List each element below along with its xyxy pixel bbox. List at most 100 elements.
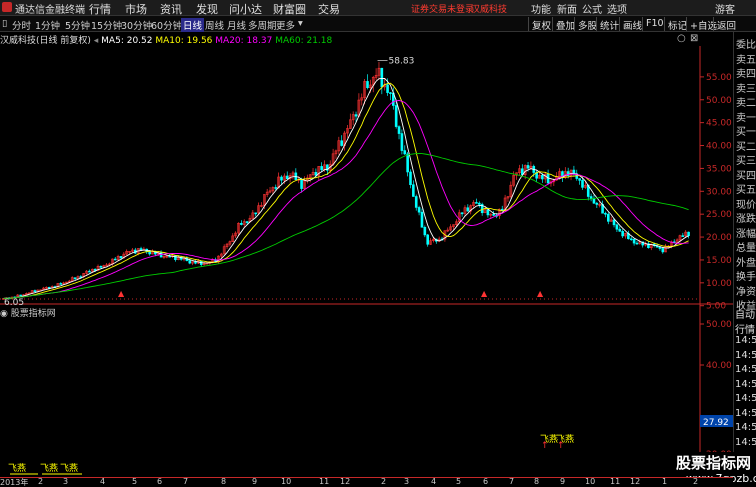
price-tick: 30.00	[706, 187, 732, 197]
chevron-down-icon[interactable]: ▾	[298, 18, 303, 29]
price-tick: 35.00	[706, 164, 732, 174]
date-tick: 10	[281, 477, 292, 486]
toolbar-grip-icon: ▯	[2, 18, 8, 29]
date-tick: 9	[560, 477, 566, 486]
date-tick: 9	[252, 477, 258, 486]
candle-body	[88, 270, 91, 273]
menu-wealth[interactable]: 财富圈	[273, 1, 306, 17]
candle-body	[500, 208, 504, 211]
date-tick: 3	[404, 477, 410, 486]
candle-body	[148, 251, 151, 255]
login-warning[interactable]: 证券交易未登录	[411, 2, 474, 15]
price-tick: 15.00	[706, 256, 732, 266]
signal-label: 飞燕	[8, 462, 26, 474]
trade-marker: ▲	[118, 289, 125, 298]
menu-trade[interactable]: 交易	[318, 1, 340, 17]
quote-field-label: 总量	[736, 243, 756, 254]
candle-body	[409, 171, 412, 186]
candle-body	[417, 207, 421, 213]
collapse-icon[interactable]: ◂	[94, 36, 99, 46]
candle-body	[466, 207, 470, 212]
candle-body	[400, 133, 404, 151]
sys-function[interactable]: 功能	[531, 1, 551, 16]
candle-body	[33, 290, 37, 293]
candle-body	[119, 256, 123, 259]
quote-field-label: 卖五	[736, 54, 756, 66]
date-tick: 4	[431, 477, 437, 486]
candle-body	[632, 238, 636, 244]
date-tick: 6	[483, 477, 489, 486]
menu-news[interactable]: 资讯	[160, 1, 182, 17]
sys-options[interactable]: 选项	[607, 1, 627, 16]
quote-side-panel: 委比 卖五 卖四 卖三 卖二 卖一 买一 买二 买三 买四 买五 现价 涨跌 涨幅 总量 外盘 换手 净资 收益 自动…	[733, 32, 756, 487]
date-tick: 2013年	[0, 478, 29, 487]
tab-1min[interactable]: 1分钟	[35, 18, 60, 32]
date-tick: 6	[157, 477, 163, 486]
candle-body	[621, 230, 624, 237]
quote-field-label: 卖三	[736, 83, 756, 95]
price-tick: 25.00	[706, 210, 732, 220]
kline-chart[interactable]: 58.836.05▲ ▲ ▲ 55.0050.0045.0040.0035.0030…	[0, 46, 733, 477]
quote-field-label: 买四	[736, 170, 756, 182]
tab-60min[interactable]: 60分钟	[151, 18, 182, 32]
candle-body	[340, 140, 344, 146]
sys-formula[interactable]: 公式	[582, 1, 602, 16]
tab-monthly[interactable]: 月线	[227, 18, 246, 32]
tab-5min[interactable]: 5分钟	[65, 18, 90, 32]
candle-body	[414, 196, 418, 208]
top-menu-bar: 通达信金融终端 行情 市场 资讯 发现 问小达 财富圈 交易 证券交易未登录 汉…	[0, 0, 756, 16]
menu-quotes[interactable]: 行情	[89, 1, 111, 17]
candle-body	[595, 202, 599, 205]
quote-field-label: 买一	[736, 127, 756, 138]
quote-field-label: 外盘	[736, 257, 756, 269]
candle-body	[188, 260, 192, 264]
menu-xiaoda[interactable]: 问小达	[229, 1, 262, 17]
candle-body	[460, 212, 464, 215]
sys-guest[interactable]: 游客	[715, 1, 735, 16]
candle-body	[19, 294, 22, 297]
tab-30min[interactable]: 30分钟	[121, 18, 152, 32]
quote-field-label: 卖二	[736, 98, 756, 109]
candle-body	[113, 258, 117, 261]
tab-15min[interactable]: 15分钟	[91, 18, 122, 32]
restore-rights-button[interactable]: 复权	[528, 17, 554, 32]
quote-field-label: 净资	[736, 286, 756, 298]
back-button[interactable]: 返回	[713, 17, 739, 32]
price-tick: 10.00	[706, 279, 732, 289]
price-tick: 50.00	[706, 96, 732, 106]
date-tick: 8	[221, 477, 227, 486]
tab-weekly[interactable]: 周线	[205, 18, 224, 32]
date-axis: 2013年 2 3 4 5 6 7 8 9 10 11 12 2 3 4 5 6 7 8 9 10 11 12 1 2	[0, 477, 733, 487]
candle-body	[412, 184, 415, 197]
candle-body	[73, 277, 77, 280]
close-icon[interactable]: ⊠	[690, 33, 698, 44]
price-tick: 20.00	[706, 233, 732, 243]
menu-discover[interactable]: 发现	[196, 1, 218, 17]
tab-more[interactable]: 更多	[276, 18, 295, 32]
high-price-label: 58.83	[389, 56, 415, 66]
date-tick: 2	[693, 477, 699, 486]
candle-body	[397, 126, 401, 134]
candle-body	[546, 173, 550, 184]
candle-body	[681, 235, 685, 237]
menu-market[interactable]: 市场	[125, 1, 147, 17]
expand-icon[interactable]: ○	[677, 33, 686, 44]
date-tick: 7	[509, 477, 515, 486]
candle-body	[592, 198, 596, 204]
indicator-collapse-icon[interactable]: ◉	[0, 309, 8, 319]
sys-newpage[interactable]: 新面	[557, 1, 577, 16]
tab-multi-period[interactable]: 多周期	[248, 18, 277, 32]
quote-field-label: 买五	[736, 185, 756, 196]
candle-body	[366, 81, 369, 89]
candle-body	[589, 196, 593, 199]
f10-button[interactable]: F10	[642, 17, 667, 31]
candle-body	[606, 213, 610, 222]
tab-intraday[interactable]: 分时	[12, 18, 31, 32]
signal-arrow: ↑	[557, 441, 565, 451]
tab-daily[interactable]: 日线	[181, 18, 205, 32]
quote-field-label: 卖一	[736, 112, 756, 124]
price-tick: 45.00	[706, 119, 732, 129]
price-tick: 5.00	[706, 302, 726, 312]
price-tick: 55.00	[706, 73, 732, 83]
tick-time: 14:5	[735, 335, 756, 346]
